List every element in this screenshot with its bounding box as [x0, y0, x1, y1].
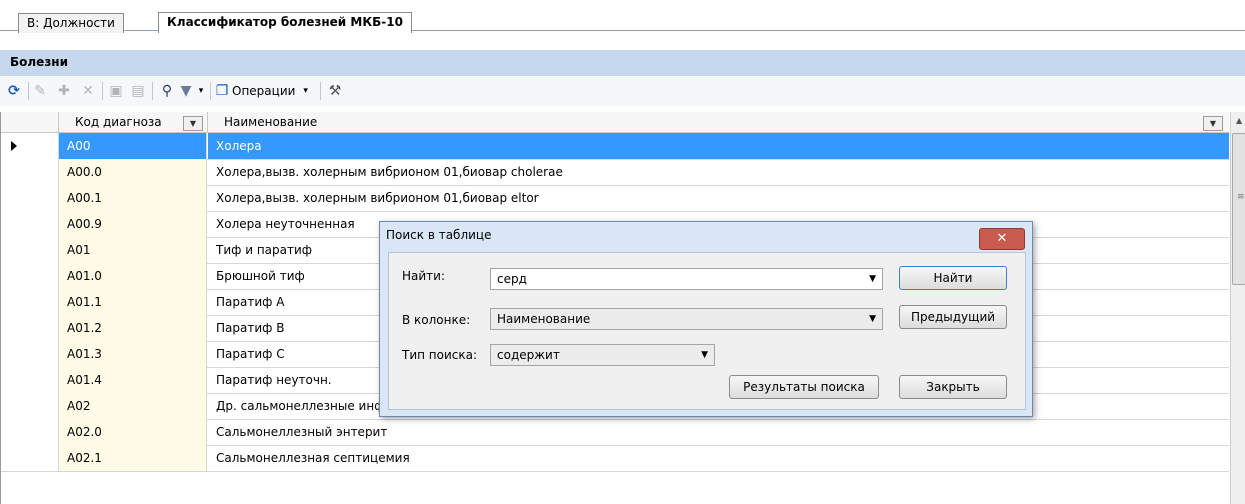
find-binoculars-icon[interactable]: ⚲	[158, 82, 176, 100]
cell-name[interactable]: Сальмонеллезная септицемия	[208, 445, 1229, 471]
section-header: Болезни	[0, 50, 1245, 77]
find-label: Найти:	[402, 269, 446, 283]
save-all-icon[interactable]: ▤	[130, 82, 146, 100]
tab-bar: В: Должности Классификатор болезней МКБ-…	[0, 0, 1245, 33]
toolbar-separator	[28, 82, 29, 100]
find-input-value: серд	[497, 272, 527, 286]
find-input[interactable]: серд ▼	[490, 268, 883, 290]
previous-button[interactable]: Предыдущий	[899, 305, 1007, 329]
row-selector-header	[1, 112, 59, 132]
search-type-select[interactable]: содержит ▼	[490, 344, 715, 366]
edit-icon[interactable]: ✎	[32, 82, 48, 100]
row-selector[interactable]	[1, 185, 59, 211]
dialog-body: Найти: серд ▼ В колонке: Наименование ▼ …	[388, 252, 1026, 410]
dialog-title: Поиск в таблице	[386, 228, 492, 242]
tab-icd10-classifier[interactable]: Классификатор болезней МКБ-10	[158, 12, 412, 33]
operations-icon: ❐	[215, 83, 229, 99]
cell-code[interactable]: A01.0	[59, 263, 207, 289]
cell-name[interactable]: Сальмонеллезный энтерит	[208, 419, 1229, 445]
column-select[interactable]: Наименование ▼	[490, 308, 883, 330]
cell-code[interactable]: A01	[59, 237, 207, 263]
row-selector[interactable]	[1, 289, 59, 315]
row-selector[interactable]	[1, 315, 59, 341]
chevron-down-icon[interactable]: ▼	[869, 269, 876, 289]
operations-label: Операции	[232, 84, 296, 98]
column-label: В колонке:	[402, 313, 471, 327]
refresh-icon[interactable]: ⟳	[6, 82, 22, 100]
search-type-label: Тип поиска:	[402, 348, 478, 362]
search-type-value: содержит	[497, 348, 560, 362]
table-row[interactable]: A02.1 Сальмонеллезная септицемия	[1, 445, 1229, 472]
row-selector[interactable]	[1, 237, 59, 263]
scrollbar-grip-icon: ≡	[1237, 192, 1245, 202]
close-button[interactable]: Закрыть	[899, 375, 1007, 399]
table-row[interactable]: A02.0 Сальмонеллезный энтерит	[1, 419, 1229, 446]
filter-dropdown-icon[interactable]: ▼	[183, 116, 203, 131]
cell-code[interactable]: A02	[59, 393, 207, 419]
row-selector[interactable]	[1, 393, 59, 419]
toolbar-separator	[320, 82, 321, 100]
cell-code[interactable]: A01.3	[59, 341, 207, 367]
table-row[interactable]: A00.1 Холера,вызв. холерным вибрионом 01,…	[1, 185, 1229, 212]
add-icon[interactable]: ✚	[56, 82, 72, 100]
delete-icon[interactable]: ✕	[80, 82, 96, 100]
cell-code[interactable]: A02.1	[59, 445, 207, 471]
row-selector[interactable]	[1, 159, 59, 185]
row-selector[interactable]	[1, 419, 59, 445]
save-icon[interactable]: ▣	[108, 82, 124, 100]
toolbar: ⟳ ✎ ✚ ✕ ▣ ▤ ⚲ ▼ ▾ ❐ Операции ▾ ⚒	[0, 76, 1245, 106]
filter-dropdown-chevron-icon[interactable]: ▾	[196, 82, 206, 100]
current-row-arrow-icon	[11, 141, 17, 151]
section-title: Болезни	[10, 55, 68, 69]
column-header-name[interactable]: Наименование ▼	[208, 112, 1229, 132]
row-selector[interactable]	[1, 445, 59, 471]
operations-menu-button[interactable]: Операции ▾	[232, 82, 322, 100]
column-select-value: Наименование	[497, 312, 591, 326]
chevron-down-icon[interactable]: ▼	[869, 309, 876, 329]
tools-icon[interactable]: ⚒	[326, 82, 344, 100]
search-dialog: Поиск в таблице ✕ Найти: серд ▼ В колонк…	[379, 221, 1033, 417]
cell-name[interactable]: Холера,вызв. холерным вибрионом 01,биова…	[208, 159, 1229, 185]
tab-positions[interactable]: В: Должности	[18, 13, 124, 33]
search-results-button[interactable]: Результаты поиска	[729, 375, 879, 399]
cell-code[interactable]: A02.0	[59, 419, 207, 445]
cell-code[interactable]: A00	[59, 133, 207, 159]
row-selector[interactable]	[1, 367, 59, 393]
cell-code[interactable]: A01.4	[59, 367, 207, 393]
scrollbar-thumb[interactable]	[1232, 133, 1245, 285]
toolbar-separator	[210, 82, 211, 100]
filter-icon[interactable]: ▼	[178, 82, 194, 100]
cell-code[interactable]: A00.0	[59, 159, 207, 185]
grid-header: Код диагноза ▼ Наименование ▼	[1, 112, 1229, 133]
row-selector[interactable]	[1, 211, 59, 237]
find-button[interactable]: Найти	[899, 266, 1007, 290]
chevron-down-icon[interactable]: ▼	[701, 345, 708, 365]
scroll-up-arrow-icon[interactable]: ▲	[1236, 116, 1242, 125]
close-icon[interactable]: ✕	[979, 228, 1025, 250]
table-row[interactable]: A00.0 Холера,вызв. холерным вибрионом 01,…	[1, 159, 1229, 186]
filter-dropdown-icon[interactable]: ▼	[1203, 116, 1223, 131]
table-row[interactable]: A00 Холера	[1, 133, 1229, 160]
cell-name[interactable]: Холера	[208, 133, 1229, 159]
toolbar-separator	[102, 82, 103, 100]
column-header-name-label: Наименование	[224, 115, 318, 129]
cell-name[interactable]: Холера,вызв. холерным вибрионом 01,биова…	[208, 185, 1229, 211]
cell-code[interactable]: A00.9	[59, 211, 207, 237]
toolbar-separator	[152, 82, 153, 100]
column-header-code-label: Код диагноза	[75, 115, 162, 129]
row-selector[interactable]	[1, 263, 59, 289]
operations-chevron-down-icon: ▾	[303, 86, 308, 96]
row-selector[interactable]	[1, 341, 59, 367]
row-selector[interactable]	[1, 133, 59, 159]
cell-code[interactable]: A01.1	[59, 289, 207, 315]
cell-code[interactable]: A01.2	[59, 315, 207, 341]
column-header-code[interactable]: Код диагноза ▼	[59, 112, 208, 132]
cell-code[interactable]: A00.1	[59, 185, 207, 211]
